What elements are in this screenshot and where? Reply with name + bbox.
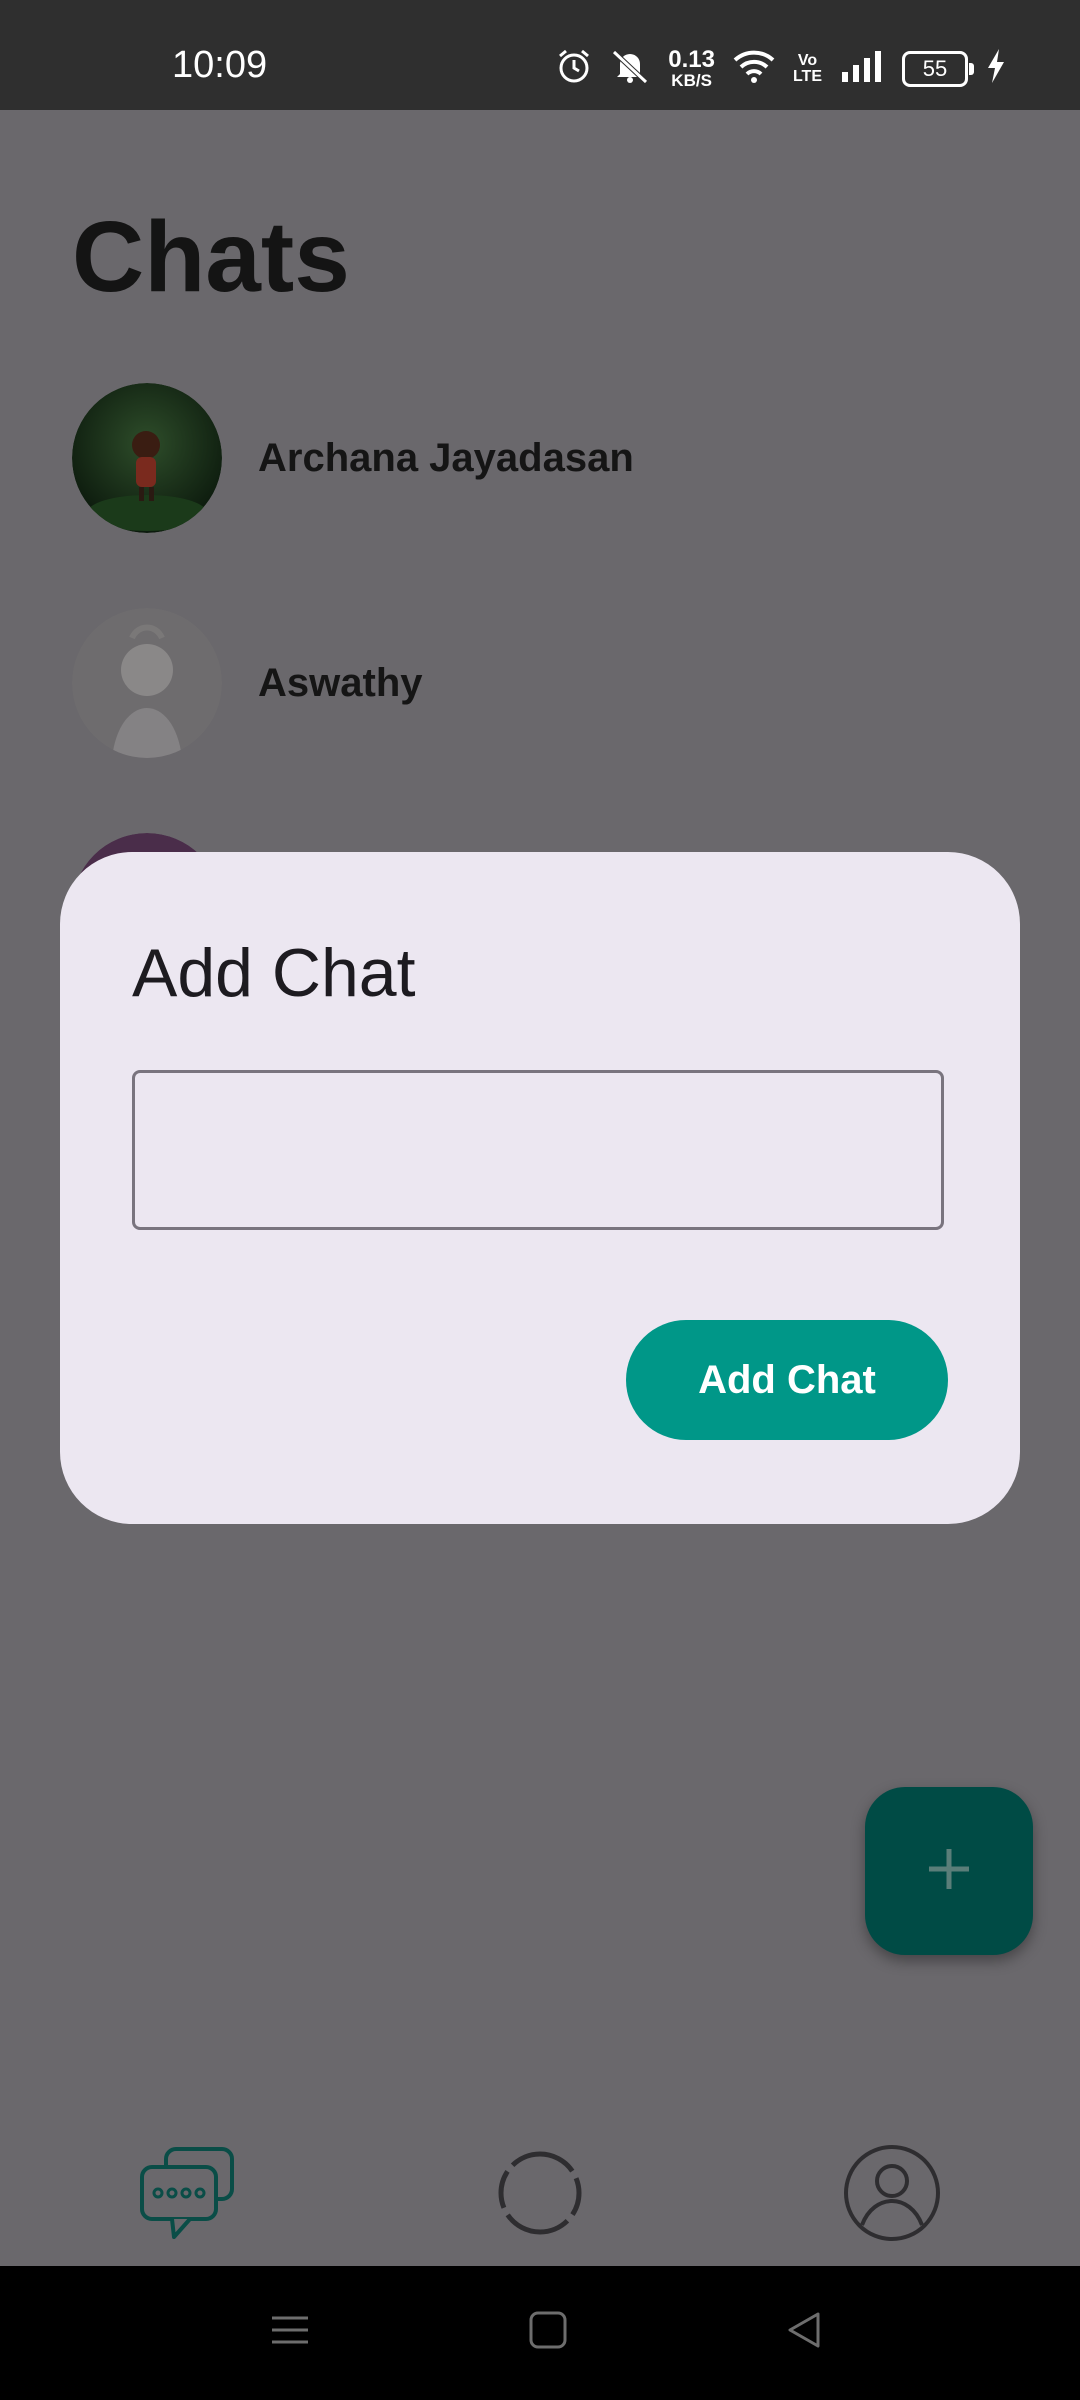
menu-icon[interactable] [270, 2310, 310, 2355]
signal-icon [840, 50, 884, 87]
bottom-navigation [0, 2120, 1080, 2270]
nav-item-status[interactable] [480, 2120, 600, 2270]
avatar [72, 383, 222, 533]
add-chat-dialog: Add Chat Add Chat [60, 852, 1020, 1524]
chat-list-item[interactable]: Aswathy [72, 608, 423, 758]
status-icons: 0.13 KB/S Vo LTE 55 [556, 48, 1006, 89]
status-bar: 10:09 0.13 KB/S Vo LTE 55 [0, 0, 1080, 110]
net-speed-value: 0.13 [668, 46, 715, 73]
new-chat-fab[interactable] [865, 1787, 1033, 1955]
home-icon[interactable] [528, 2310, 568, 2355]
mute-icon [610, 48, 650, 89]
chat-name: Archana Jayadasan [258, 435, 634, 480]
net-speed-unit: KB/S [671, 71, 712, 90]
profile-icon [842, 2143, 942, 2248]
plus-icon [925, 1845, 973, 1898]
volte-indicator: Vo LTE [792, 51, 822, 85]
nav-item-profile[interactable] [832, 2120, 952, 2270]
chat-list-item[interactable]: Archana Jayadasan [72, 383, 634, 533]
volte-top: Vo [797, 51, 818, 69]
nav-item-chats[interactable] [128, 2120, 248, 2270]
wifi-icon [733, 49, 775, 88]
battery-level: 55 [922, 55, 948, 81]
chat-name: Aswathy [258, 660, 423, 705]
page-title: Chats [72, 201, 350, 313]
dialog-title: Add Chat [132, 935, 416, 1011]
back-icon[interactable] [784, 2310, 824, 2355]
net-speed: 0.13 KB/S [668, 46, 715, 90]
charging-icon [986, 49, 1006, 88]
status-icon [495, 2148, 585, 2243]
chat-name-input[interactable] [132, 1070, 944, 1230]
avatar [72, 608, 222, 758]
battery-icon: 55 [902, 50, 974, 87]
volte-bottom: LTE [792, 67, 822, 85]
alarm-icon [556, 48, 592, 89]
add-chat-button[interactable]: Add Chat [626, 1320, 948, 1440]
status-time: 10:09 [172, 44, 268, 86]
chats-icon [136, 2143, 240, 2248]
system-navigation-bar [0, 2266, 1080, 2400]
